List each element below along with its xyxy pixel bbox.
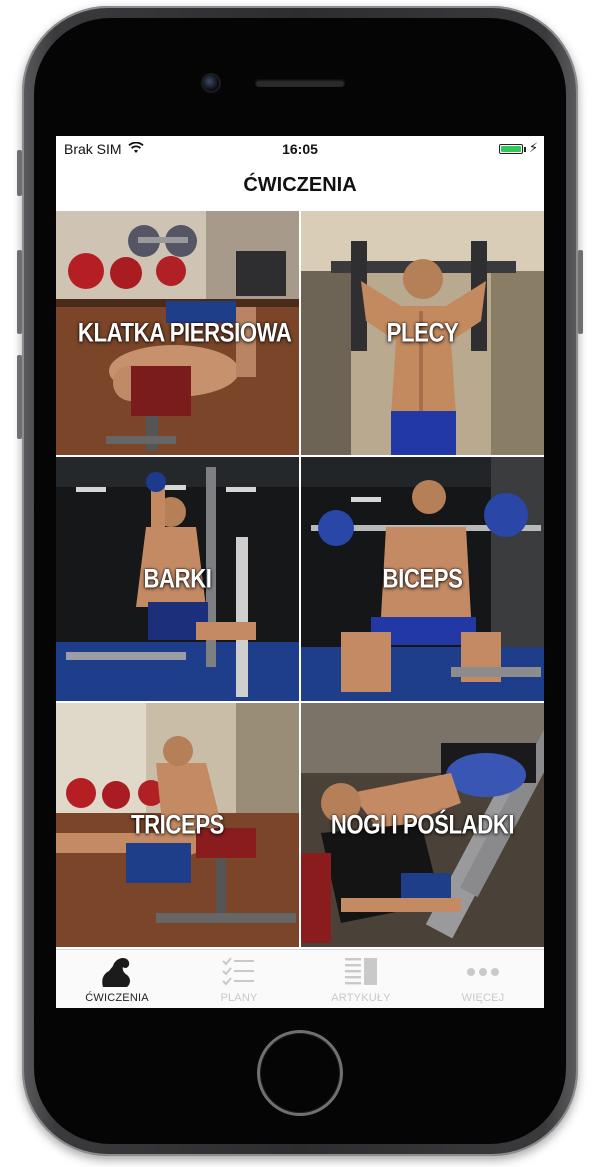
- tab-plany[interactable]: PLANY: [178, 950, 300, 1008]
- tile-triceps[interactable]: TRICEPS: [56, 703, 299, 947]
- exercise-category-grid: KLATKA PIERSIOWA PLECY BARKI BICEPS TRIC…: [56, 211, 544, 949]
- grid-divider-horizontal-2: [56, 701, 544, 703]
- mute-switch: [17, 150, 22, 196]
- power-button: [578, 250, 583, 334]
- tab-artykuly[interactable]: ARTYKUŁY: [300, 950, 422, 1008]
- status-bar: Brak SIM 16:05 ⚡: [56, 136, 544, 161]
- tab-label: ARTYKUŁY: [331, 992, 391, 1004]
- tab-label: WIĘCEJ: [461, 992, 505, 1004]
- tile-label: PLECY: [386, 317, 459, 348]
- tile-label: NOGI I POŚLADKI: [330, 809, 515, 840]
- tile-label: BICEPS: [382, 563, 463, 594]
- tile-biceps[interactable]: BICEPS: [301, 457, 544, 701]
- tile-plecy[interactable]: PLECY: [301, 211, 544, 455]
- tile-nogi-i-posladki[interactable]: NOGI I POŚLADKI: [301, 703, 544, 947]
- flexed-arm-icon: [102, 958, 130, 987]
- earpiece-speaker: [255, 79, 345, 87]
- articles-icon: [345, 958, 377, 985]
- tile-klatka-piersiowa[interactable]: KLATKA PIERSIOWA: [56, 211, 299, 455]
- battery-tip: [524, 147, 526, 152]
- nav-bar: ĆWICZENIA: [56, 161, 544, 209]
- tile-label: BARKI: [143, 563, 212, 594]
- volume-down-button: [17, 355, 22, 439]
- battery-level: [501, 146, 521, 152]
- checklist-icon: [222, 957, 254, 986]
- volume-up-button: [17, 250, 22, 334]
- tab-label: PLANY: [220, 992, 258, 1004]
- page-title: ĆWICZENIA: [243, 174, 357, 196]
- more-dots-icon: [467, 968, 499, 976]
- tab-label: ĆWICZENIA: [85, 992, 149, 1004]
- tile-label: KLATKA PIERSIOWA: [77, 317, 292, 348]
- tile-label: TRICEPS: [130, 809, 225, 840]
- tab-wiecej[interactable]: WIĘCEJ: [422, 950, 544, 1008]
- front-camera: [203, 75, 219, 91]
- tab-cwiczenia[interactable]: ĆWICZENIA: [56, 950, 178, 1008]
- charging-bolt-icon: ⚡: [529, 140, 539, 155]
- tile-barki[interactable]: BARKI: [56, 457, 299, 701]
- clock: 16:05: [282, 141, 318, 157]
- grid-divider-vertical: [299, 211, 301, 949]
- tab-bar: ĆWICZENIA PLANY ARTYKUŁY WIĘCEJ: [56, 949, 544, 1008]
- home-button[interactable]: [257, 1030, 343, 1116]
- battery-icon: [499, 144, 523, 154]
- app-screen: Brak SIM 16:05 ⚡ ĆWICZENIA KLATKA PIERSI…: [56, 136, 544, 1008]
- grid-divider-horizontal-1: [56, 455, 544, 457]
